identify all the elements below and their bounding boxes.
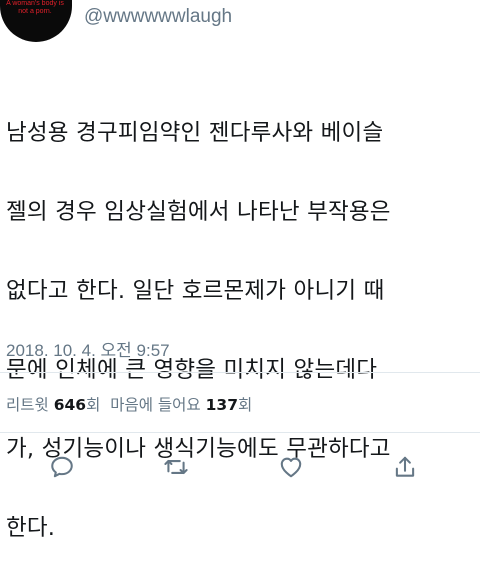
reply-button[interactable] xyxy=(44,449,80,485)
tweet-text-line: 젤의 경우 임상실험에서 나타난 부작용은 xyxy=(6,198,391,225)
retweets-label: 리트윗 xyxy=(6,396,49,414)
likes-label: 마음에 들어요 xyxy=(110,396,201,414)
retweet-button[interactable] xyxy=(158,449,194,485)
tweet-text-line: 한다. xyxy=(6,514,56,541)
tweet-header: A woman's body is not a porn. @wwwwwwlau… xyxy=(0,0,480,56)
share-button[interactable] xyxy=(387,449,423,485)
tweet-timestamp[interactable]: 2018. 10. 4. 오전 9:57 xyxy=(6,336,170,361)
divider xyxy=(0,372,480,373)
like-button[interactable] xyxy=(273,449,309,485)
reply-icon xyxy=(51,456,73,478)
tweet-text-line: 없다고 한다. 일단 호르몬제가 아니기 때 xyxy=(6,277,385,304)
retweets-stat[interactable]: 리트윗 646회 xyxy=(6,396,100,414)
heart-icon xyxy=(280,457,302,478)
engagement-stats: 리트윗 646회 마음에 들어요 137회 xyxy=(6,393,252,415)
avatar-text: A woman's body is not a porn. xyxy=(6,0,64,15)
avatar[interactable]: A woman's body is not a porn. xyxy=(0,0,72,42)
likes-count: 137 xyxy=(205,396,238,414)
divider xyxy=(0,432,480,433)
retweets-unit: 회 xyxy=(86,396,101,414)
likes-unit: 회 xyxy=(238,396,253,414)
retweet-icon xyxy=(164,459,188,475)
retweets-count: 646 xyxy=(53,396,87,414)
likes-stat[interactable]: 마음에 들어요 137회 xyxy=(110,396,252,414)
share-icon xyxy=(395,456,415,477)
tweet-text-line: 남성용 경구피임약인 젠다루사와 베이슬 xyxy=(6,119,384,146)
user-handle[interactable]: @wwwwwwlaugh xyxy=(84,6,232,28)
tweet-text: 남성용 경구피임약인 젠다루사와 베이슬 젤의 경우 임상실험에서 나타난 부작… xyxy=(6,74,474,588)
